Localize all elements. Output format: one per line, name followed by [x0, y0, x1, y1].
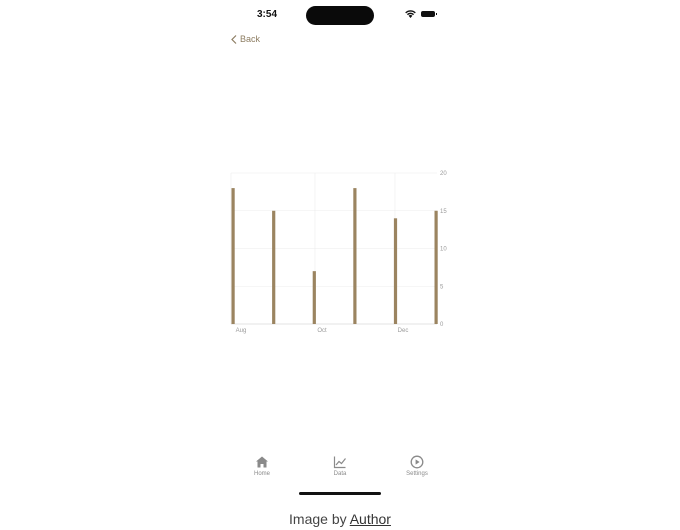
tab-settings[interactable]: Settings — [392, 455, 442, 477]
bar — [434, 210, 438, 324]
dynamic-island — [306, 6, 374, 25]
chevron-left-icon — [231, 34, 237, 44]
tab-home[interactable]: Home — [237, 455, 287, 477]
x-tick-label: Dec — [398, 328, 409, 334]
back-button[interactable]: Back — [231, 34, 260, 44]
tab-settings-label: Settings — [406, 471, 428, 477]
home-indicator — [299, 492, 381, 495]
tab-data[interactable]: Data — [315, 455, 365, 477]
y-tick-label: 5 — [440, 284, 444, 290]
house-icon — [256, 456, 268, 468]
bar-chart: 0 5 10 15 20 Aug Oct Dec — [227, 165, 453, 345]
battery-icon — [421, 11, 437, 17]
caption-prefix: Image by — [289, 511, 350, 527]
image-caption: Image by Author — [0, 511, 680, 527]
tab-data-label: Data — [333, 471, 347, 477]
status-icons — [405, 10, 437, 18]
y-tick-label: 10 — [440, 247, 447, 253]
bar — [393, 218, 398, 324]
back-label: Back — [240, 34, 261, 44]
x-tick-label: Oct — [317, 328, 327, 334]
x-tick-label: Aug — [236, 328, 247, 334]
phone-screen: 3:54 Back 0 5 10 15 20 Aug Oct Dec Home … — [227, 0, 453, 500]
author-link[interactable]: Author — [350, 511, 391, 527]
chart-svg: 0 5 10 15 20 Aug Oct Dec — [230, 171, 447, 334]
bar — [353, 188, 357, 324]
chart-icon — [333, 456, 346, 469]
y-tick-label: 20 — [440, 171, 447, 177]
page: 3:54 Back 0 5 10 15 20 Aug Oct Dec Home … — [0, 0, 680, 530]
tab-bar: Home Data Settings — [227, 455, 453, 485]
bar — [231, 188, 235, 324]
status-time: 3:54 — [257, 9, 278, 20]
play-circle-icon — [410, 455, 424, 469]
bar — [312, 271, 316, 324]
y-tick-label: 0 — [440, 322, 444, 328]
y-tick-label: 15 — [440, 209, 447, 215]
tab-home-label: Home — [253, 471, 270, 477]
wifi-icon — [405, 10, 416, 18]
bar — [272, 210, 276, 324]
